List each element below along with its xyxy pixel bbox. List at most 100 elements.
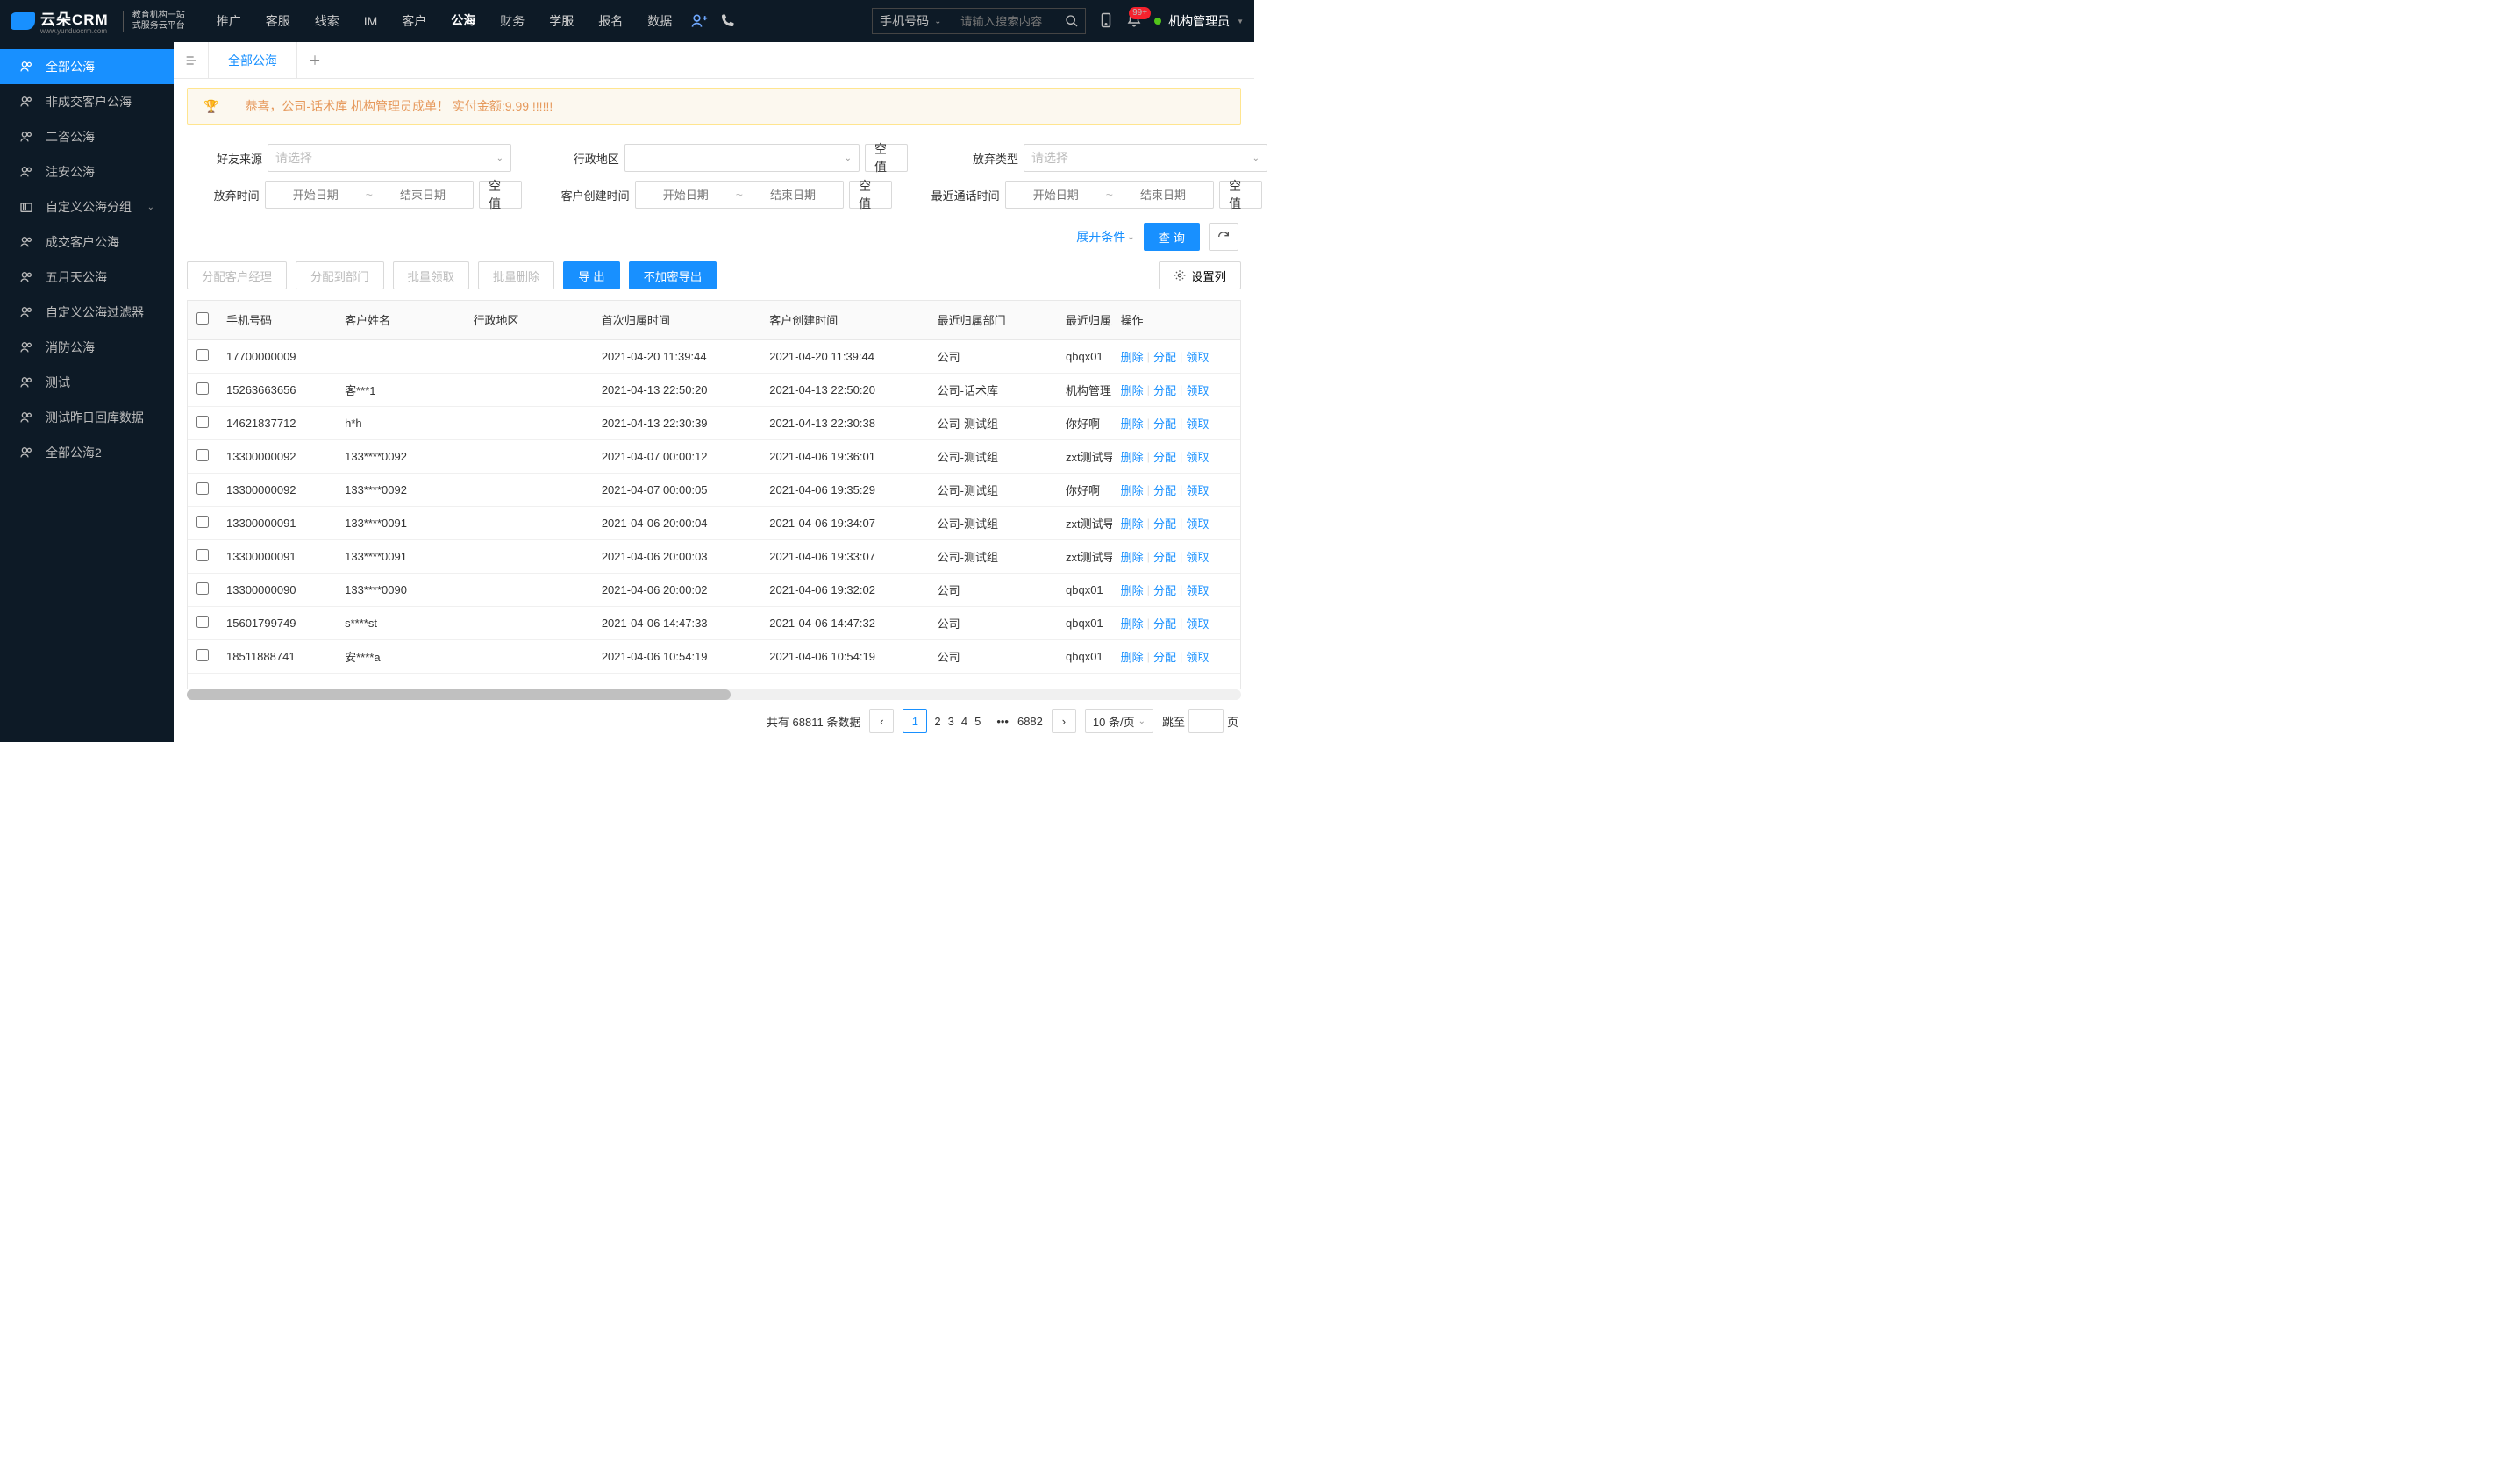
toolbar-btn-批量领取[interactable]: 批量领取 bbox=[393, 261, 469, 289]
date-start-input[interactable] bbox=[1006, 189, 1106, 202]
scrollbar-thumb[interactable] bbox=[187, 689, 731, 700]
select-all-checkbox[interactable] bbox=[196, 312, 209, 325]
row-delete[interactable]: 删除 bbox=[1121, 515, 1144, 532]
row-checkbox[interactable] bbox=[196, 516, 209, 528]
date-start-input[interactable] bbox=[636, 189, 736, 202]
pager-page-2[interactable]: 2 bbox=[934, 715, 940, 728]
toolbar-btn-批量删除[interactable]: 批量删除 bbox=[478, 261, 554, 289]
toolbar-btn-不加密导出[interactable]: 不加密导出 bbox=[629, 261, 717, 289]
top-nav-数据[interactable]: 数据 bbox=[637, 0, 682, 42]
row-checkbox[interactable] bbox=[196, 482, 209, 495]
filter-range-客户创建时间[interactable]: ~ bbox=[635, 181, 844, 209]
row-claim[interactable]: 领取 bbox=[1186, 515, 1209, 532]
top-nav-客户[interactable]: 客户 bbox=[391, 0, 437, 42]
top-nav-线索[interactable]: 线索 bbox=[304, 0, 350, 42]
null-button[interactable]: 空值 bbox=[865, 144, 908, 172]
sidebar-item-0[interactable]: 全部公海 bbox=[0, 49, 174, 84]
top-nav-推广[interactable]: 推广 bbox=[206, 0, 252, 42]
row-assign[interactable]: 分配 bbox=[1153, 482, 1176, 498]
user-menu[interactable]: 机构管理员 ▼ bbox=[1154, 12, 1244, 30]
query-button[interactable]: 查 询 bbox=[1144, 223, 1200, 251]
device-icon[interactable] bbox=[1098, 12, 1114, 31]
add-user-icon[interactable] bbox=[688, 10, 710, 32]
pager-page-3[interactable]: 3 bbox=[948, 715, 954, 728]
row-assign[interactable]: 分配 bbox=[1153, 382, 1176, 398]
row-checkbox[interactable] bbox=[196, 649, 209, 661]
filter-range-放弃时间[interactable]: ~ bbox=[265, 181, 474, 209]
sidebar-item-7[interactable]: 自定义公海过滤器 bbox=[0, 295, 174, 330]
date-end-input[interactable] bbox=[373, 189, 473, 202]
row-delete[interactable]: 删除 bbox=[1121, 548, 1144, 565]
sidebar-item-9[interactable]: 测试 bbox=[0, 365, 174, 400]
row-checkbox[interactable] bbox=[196, 416, 209, 428]
sidebar-item-1[interactable]: 非成交客户公海 bbox=[0, 84, 174, 119]
toolbar-btn-导 出[interactable]: 导 出 bbox=[563, 261, 619, 289]
page-size-select[interactable]: 10 条/页⌄ bbox=[1085, 709, 1153, 733]
null-button[interactable]: 空值 bbox=[849, 181, 892, 209]
sidebar-item-5[interactable]: 成交客户公海 bbox=[0, 225, 174, 260]
row-claim[interactable]: 领取 bbox=[1186, 648, 1209, 665]
row-delete[interactable]: 删除 bbox=[1121, 382, 1144, 398]
expand-filters-link[interactable]: 展开条件⌄ bbox=[1076, 228, 1134, 246]
row-delete[interactable]: 删除 bbox=[1121, 581, 1144, 598]
sidebar-item-4[interactable]: 自定义公海分组⌄ bbox=[0, 189, 174, 225]
page-jump-input[interactable] bbox=[1188, 709, 1224, 733]
row-checkbox[interactable] bbox=[196, 549, 209, 561]
sidebar-item-8[interactable]: 消防公海 bbox=[0, 330, 174, 365]
date-end-input[interactable] bbox=[1113, 189, 1213, 202]
null-button[interactable]: 空值 bbox=[479, 181, 522, 209]
filter-select-行政地区[interactable]: ⌄ bbox=[624, 144, 860, 172]
phone-icon[interactable] bbox=[716, 10, 739, 32]
row-claim[interactable]: 领取 bbox=[1186, 382, 1209, 398]
pager-page-5[interactable]: 5 bbox=[974, 715, 981, 728]
row-delete[interactable]: 删除 bbox=[1121, 415, 1144, 432]
search-button[interactable] bbox=[1059, 9, 1085, 33]
row-assign[interactable]: 分配 bbox=[1153, 548, 1176, 565]
tab-add-button[interactable]: ＋ bbox=[297, 42, 332, 78]
top-nav-公海[interactable]: 公海 bbox=[440, 0, 486, 42]
top-nav-学服[interactable]: 学服 bbox=[539, 0, 584, 42]
row-claim[interactable]: 领取 bbox=[1186, 482, 1209, 498]
pager-next[interactable]: › bbox=[1052, 709, 1076, 733]
row-assign[interactable]: 分配 bbox=[1153, 515, 1176, 532]
pager-last[interactable]: 6882 bbox=[1017, 715, 1043, 728]
row-assign[interactable]: 分配 bbox=[1153, 448, 1176, 465]
date-start-input[interactable] bbox=[266, 189, 366, 202]
row-assign[interactable]: 分配 bbox=[1153, 348, 1176, 365]
row-delete[interactable]: 删除 bbox=[1121, 448, 1144, 465]
row-checkbox[interactable] bbox=[196, 616, 209, 628]
notifications-icon[interactable]: 99+ bbox=[1126, 12, 1142, 31]
filter-select-好友来源[interactable]: 请选择⌄ bbox=[268, 144, 511, 172]
pager-page-1[interactable]: 1 bbox=[903, 709, 927, 733]
row-assign[interactable]: 分配 bbox=[1153, 615, 1176, 631]
settings-columns-button[interactable]: 设置列 bbox=[1159, 261, 1241, 289]
date-end-input[interactable] bbox=[743, 189, 843, 202]
sidebar-item-2[interactable]: 二咨公海 bbox=[0, 119, 174, 154]
top-nav-客服[interactable]: 客服 bbox=[255, 0, 301, 42]
search-input[interactable] bbox=[953, 9, 1059, 33]
row-assign[interactable]: 分配 bbox=[1153, 648, 1176, 665]
row-delete[interactable]: 删除 bbox=[1121, 482, 1144, 498]
search-type-select[interactable]: 手机号码⌄ bbox=[873, 9, 953, 33]
sidebar-item-11[interactable]: 全部公海2 bbox=[0, 435, 174, 470]
tab-all-pool[interactable]: 全部公海 bbox=[209, 42, 297, 78]
toolbar-btn-分配客户经理[interactable]: 分配客户经理 bbox=[187, 261, 287, 289]
row-checkbox[interactable] bbox=[196, 449, 209, 461]
row-checkbox[interactable] bbox=[196, 382, 209, 395]
pager-prev[interactable]: ‹ bbox=[869, 709, 894, 733]
pager-page-4[interactable]: 4 bbox=[961, 715, 967, 728]
row-claim[interactable]: 领取 bbox=[1186, 415, 1209, 432]
sidebar-item-6[interactable]: 五月天公海 bbox=[0, 260, 174, 295]
row-delete[interactable]: 删除 bbox=[1121, 348, 1144, 365]
top-nav-财务[interactable]: 财务 bbox=[489, 0, 535, 42]
row-delete[interactable]: 删除 bbox=[1121, 648, 1144, 665]
sidebar-item-3[interactable]: 注安公海 bbox=[0, 154, 174, 189]
filter-select-放弃类型[interactable]: 请选择⌄ bbox=[1024, 144, 1267, 172]
row-claim[interactable]: 领取 bbox=[1186, 448, 1209, 465]
row-checkbox[interactable] bbox=[196, 582, 209, 595]
row-claim[interactable]: 领取 bbox=[1186, 348, 1209, 365]
row-assign[interactable]: 分配 bbox=[1153, 415, 1176, 432]
row-claim[interactable]: 领取 bbox=[1186, 615, 1209, 631]
filter-range-最近通话时间[interactable]: ~ bbox=[1005, 181, 1214, 209]
null-button[interactable]: 空值 bbox=[1219, 181, 1262, 209]
